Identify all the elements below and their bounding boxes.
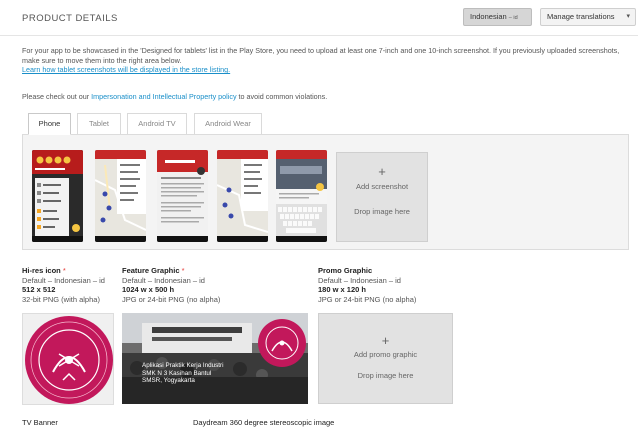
tab-tablet[interactable]: Tablet: [77, 113, 121, 135]
feature-graphic-format: JPG or 24-bit PNG (no alpha): [122, 294, 221, 304]
promo-graphic-format: JPG or 24-bit PNG (no alpha): [318, 294, 417, 304]
promo-graphic-info: Promo Graphic Default – Indonesian – id …: [318, 266, 416, 304]
hires-icon-title: Hi-res icon: [22, 266, 61, 275]
promo-graphic-title: Promo Graphic: [318, 266, 373, 275]
feature-caption-line: SMSR, Yogyakarta: [142, 377, 195, 384]
daydream-image-title: Daydream 360 degree stereoscopic image: [193, 418, 335, 427]
policy-prefix: Please check out our: [22, 92, 92, 101]
add-screenshot-label: Add screenshot: [355, 182, 409, 191]
manage-translations-button[interactable]: Manage translations ▾: [540, 8, 636, 26]
feature-graphic-info: Feature Graphic * Default – Indonesian –…: [122, 266, 220, 304]
page-title: PRODUCT DETAILS: [22, 13, 118, 24]
feature-caption-line: Aplikasi Praktik Kerja Industri: [142, 362, 224, 369]
tablet-screenshot-notice: For your app to be showcased in the 'Des…: [22, 46, 622, 75]
hires-icon-format: 32-bit PNG (with alpha): [22, 294, 100, 304]
hires-icon-size: 512 x 512: [22, 285, 56, 294]
hires-icon-info: Hi-res icon * Default – Indonesian – id …: [22, 266, 105, 304]
notice-text: For your app to be showcased in the 'Des…: [22, 46, 620, 65]
tab-phone[interactable]: Phone: [28, 113, 71, 135]
feature-graphic-title: Feature Graphic: [122, 266, 180, 275]
feature-graphic-size: 1024 w x 500 h: [122, 285, 175, 294]
required-marker: *: [181, 266, 185, 275]
language-name: Indonesian: [470, 12, 507, 21]
feature-graphic-default: Default – Indonesian – id: [122, 275, 205, 285]
chevron-down-icon: ▾: [626, 13, 630, 20]
tv-banner-title: TV Banner: [22, 418, 58, 427]
feature-photo: [122, 313, 308, 404]
screenshot-image: [32, 150, 83, 242]
header-bar: PRODUCT DETAILS Indonesian – id Manage t…: [0, 0, 638, 36]
screenshots-panel: + Add screenshot Drop image here: [22, 134, 629, 250]
screenshot-thumbnail[interactable]: [95, 150, 146, 242]
feature-caption-line: SMK N 3 Kasihan Bantul: [142, 369, 212, 377]
add-screenshot-dropzone[interactable]: + Add screenshot Drop image here: [336, 152, 428, 242]
hires-icon-default: Default – Indonesian – id: [22, 275, 105, 285]
screenshot-image: [217, 150, 268, 242]
screenshot-image: [95, 150, 146, 242]
policy-suffix: to avoid common violations.: [236, 92, 328, 101]
school-logo-icon: [25, 316, 113, 404]
learn-more-link[interactable]: Learn how tablet screenshots will be dis…: [22, 65, 230, 74]
drop-image-label: Drop image here: [357, 371, 414, 380]
screenshot-thumbnail[interactable]: [157, 150, 208, 242]
screenshot-thumbnail[interactable]: [276, 150, 327, 242]
tab-android-tv[interactable]: Android TV: [127, 113, 187, 135]
add-promo-graphic-dropzone[interactable]: + Add promo graphic Drop image here: [318, 313, 453, 404]
screenshot-thumbnail[interactable]: [217, 150, 268, 242]
hires-icon-image[interactable]: [22, 313, 114, 405]
promo-graphic-size: 180 w x 120 h: [318, 285, 366, 294]
screenshot-thumbnail[interactable]: [32, 150, 83, 242]
manage-translations-label: Manage translations: [547, 12, 615, 21]
policy-link[interactable]: Impersonation and Intellectual Property …: [91, 92, 236, 101]
promo-graphic-default: Default – Indonesian – id: [318, 275, 401, 285]
feature-caption: Aplikasi Praktik Kerja Industri SMK N 3 …: [142, 362, 224, 385]
tab-android-wear[interactable]: Android Wear: [194, 113, 262, 135]
required-marker: *: [62, 266, 66, 275]
screenshot-image: [276, 150, 327, 242]
feature-graphic-image[interactable]: Aplikasi Praktik Kerja Industri SMK N 3 …: [122, 313, 308, 404]
drop-image-label: Drop image here: [354, 207, 410, 216]
language-selector-button[interactable]: Indonesian – id: [463, 8, 532, 26]
plus-icon: +: [381, 333, 390, 348]
policy-notice: Please check out our Impersonation and I…: [22, 92, 327, 101]
screenshot-image: [157, 150, 208, 242]
add-promo-graphic-label: Add promo graphic: [353, 350, 418, 359]
plus-icon: +: [378, 164, 386, 179]
language-code: – id: [508, 15, 518, 21]
